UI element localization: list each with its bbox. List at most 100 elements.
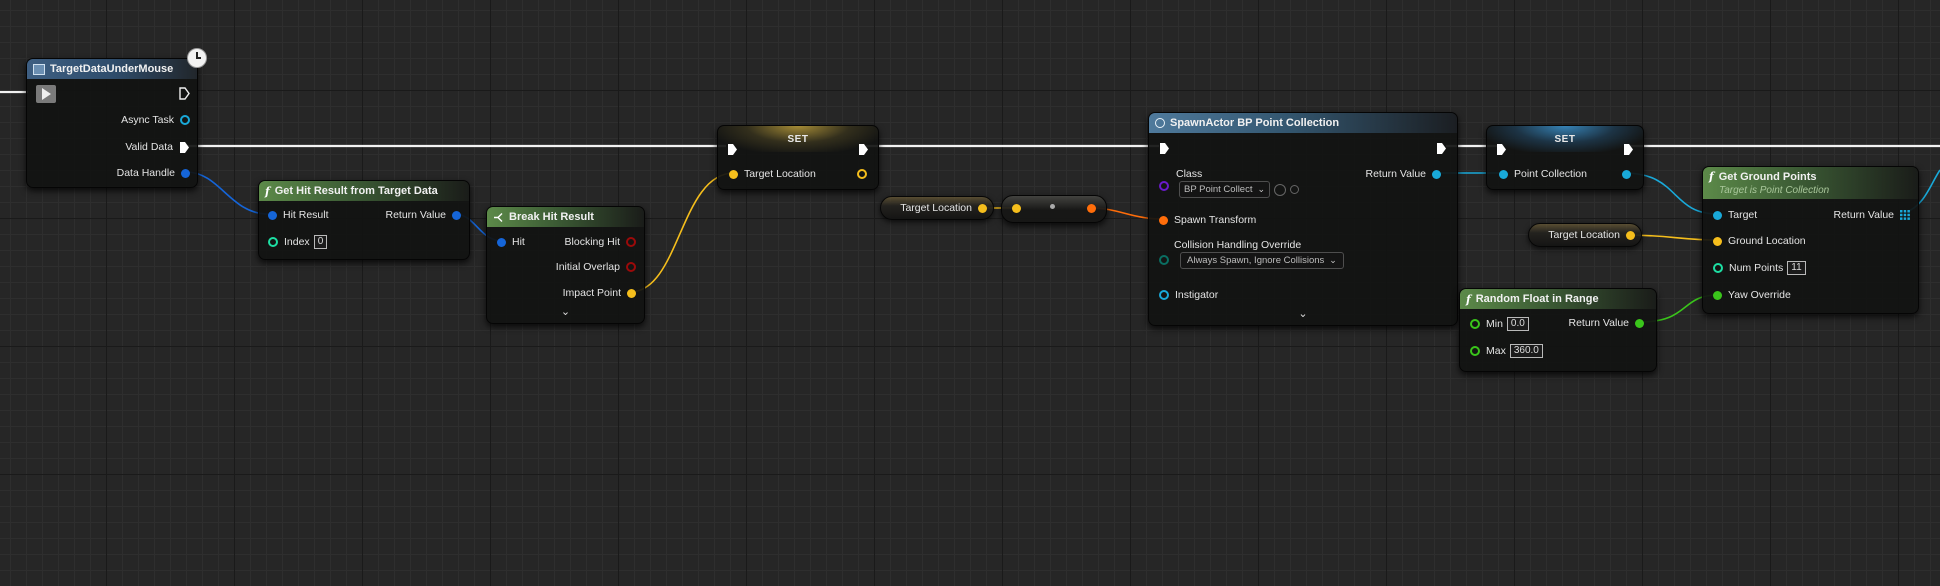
break-struct-icon	[494, 212, 503, 222]
instigator-pin[interactable]: Instigator	[1159, 287, 1224, 303]
async-task-pin[interactable]: Async Task	[115, 112, 190, 128]
target-location-in-pin[interactable]: Target Location	[729, 166, 822, 182]
float-pin-icon	[1713, 290, 1722, 300]
ground-location-pin[interactable]: Ground Location	[1713, 233, 1812, 249]
struct-pin-icon	[452, 210, 461, 220]
exec-in-pin[interactable]	[1496, 141, 1507, 157]
min-input[interactable]: 0.0	[1506, 317, 1529, 331]
struct-pin-icon	[181, 168, 190, 178]
object-pin-icon	[180, 115, 190, 125]
node-random-float-in-range[interactable]: f Random Float in Range Min 0.0 Max 360.…	[1459, 288, 1657, 372]
target-location-out-pin[interactable]	[857, 166, 867, 182]
exec-pin-icon	[859, 143, 868, 155]
index-input[interactable]: 0	[313, 235, 328, 249]
int-pin-icon	[1713, 263, 1723, 273]
num-points-pin[interactable]: Num Points 11	[1713, 260, 1806, 276]
exec-out-pin[interactable]	[1623, 141, 1634, 157]
expand-chevron-icon[interactable]: ⌄	[1149, 307, 1457, 320]
node-get-ground-points[interactable]: f Get Ground Points Target is Point Colle…	[1702, 166, 1919, 314]
node-header: SpawnActor BP Point Collection	[1149, 113, 1457, 133]
object-pin-icon	[1713, 210, 1722, 220]
spawn-icon	[1155, 118, 1165, 128]
wire-data-handle	[185, 171, 269, 215]
exec-in-pin[interactable]	[36, 85, 56, 103]
collision-dropdown[interactable]: Always Spawn, Ignore Collisions ⌄	[1180, 252, 1344, 269]
spawn-transform-pin[interactable]: Spawn Transform	[1159, 212, 1262, 228]
hit-result-in-pin[interactable]: Hit Result	[268, 207, 335, 223]
exec-out-icon	[179, 86, 190, 100]
impact-point-pin[interactable]: Impact Point	[557, 285, 636, 301]
node-set-target-location[interactable]: SET Target Location	[717, 125, 879, 190]
exec-pin-icon	[1160, 142, 1169, 154]
class-selector[interactable]: BP Point Collect ⌄	[1179, 181, 1300, 198]
node-set-point-collection[interactable]: SET Point Collection	[1486, 125, 1644, 190]
struct-pin-icon	[268, 210, 277, 220]
max-input[interactable]: 360.0	[1509, 344, 1543, 358]
num-points-input[interactable]: 11	[1787, 261, 1806, 275]
node-header: SET	[718, 126, 878, 152]
valid-data-pin[interactable]: Valid Data	[119, 139, 190, 155]
object-pin-icon	[1432, 169, 1441, 179]
exec-in-pin[interactable]	[727, 141, 738, 157]
data-handle-pin[interactable]: Data Handle	[111, 165, 190, 181]
index-pin[interactable]: Index 0	[268, 234, 328, 250]
return-value-pin[interactable]: Return Value	[1827, 207, 1910, 223]
function-icon: f	[1709, 170, 1714, 183]
getter-target-location[interactable]: Target Location	[880, 196, 994, 220]
return-value-pin[interactable]: Return Value	[379, 207, 461, 223]
node-header: f Get Ground Points Target is Point Colle…	[1703, 167, 1918, 199]
node-get-hit-result[interactable]: f Get Hit Result from Target Data Hit Re…	[258, 180, 470, 260]
node-subtitle: Target is Point Collection	[1719, 185, 1830, 196]
node-spawn-actor[interactable]: SpawnActor BP Point Collection Class BP …	[1148, 112, 1458, 326]
vector-pin-icon	[1626, 230, 1635, 240]
macro-icon	[33, 63, 45, 75]
exec-pin-icon	[728, 143, 737, 155]
float-pin-icon	[1470, 346, 1480, 356]
exec-out-pin[interactable]	[858, 141, 869, 157]
exec-in-pin[interactable]	[1159, 140, 1170, 156]
min-pin[interactable]: Min 0.0	[1470, 316, 1529, 332]
node-header: Break Hit Result	[487, 207, 644, 227]
return-value-pin[interactable]: Return Value	[1359, 166, 1441, 182]
max-pin[interactable]: Max 360.0	[1470, 343, 1543, 359]
conversion-icon	[1050, 204, 1055, 209]
class-dropdown[interactable]: BP Point Collect ⌄	[1179, 181, 1271, 198]
collision-pin[interactable]: Collision Handling Override	[1159, 237, 1307, 253]
target-pin[interactable]: Target	[1713, 207, 1763, 223]
vector-pin-icon[interactable]	[1012, 204, 1021, 213]
exec-out-pin[interactable]	[179, 85, 190, 101]
node-header: f Get Hit Result from Target Data	[259, 181, 469, 201]
node-header: SET	[1487, 126, 1643, 152]
node-target-data-under-mouse[interactable]: TargetDataUnderMouse Async Task Valid Da…	[26, 58, 198, 188]
class-pin[interactable]: Class	[1159, 166, 1208, 182]
exec-pin-icon	[1497, 143, 1506, 155]
wire-impact-point	[629, 172, 735, 293]
browse-search-icon[interactable]	[1290, 185, 1300, 194]
use-selected-icon[interactable]	[1274, 183, 1287, 196]
vector-pin-icon	[978, 203, 987, 213]
float-pin-icon	[1635, 318, 1644, 328]
array-pin-icon	[1900, 210, 1910, 220]
getter-target-location[interactable]: Target Location	[1528, 223, 1642, 247]
chevron-down-icon: ⌄	[1257, 184, 1266, 194]
vector-pin-icon	[857, 169, 867, 179]
blocking-hit-pin[interactable]: Blocking Hit	[559, 234, 636, 250]
exec-pin-icon	[1437, 142, 1446, 154]
point-collection-in-pin[interactable]: Point Collection	[1499, 166, 1593, 182]
yaw-override-pin[interactable]: Yaw Override	[1713, 287, 1797, 303]
exec-pin-icon	[1624, 143, 1633, 155]
return-value-pin[interactable]: Return Value	[1562, 315, 1644, 331]
bool-pin-icon	[626, 237, 636, 247]
node-convert-vector-to-transform[interactable]	[1001, 195, 1107, 223]
point-collection-out-pin[interactable]	[1622, 166, 1631, 182]
expand-chevron-icon[interactable]: ⌄	[487, 305, 644, 318]
hit-in-pin[interactable]: Hit	[497, 234, 531, 250]
initial-overlap-pin[interactable]: Initial Overlap	[550, 259, 636, 275]
transform-pin-icon[interactable]	[1087, 204, 1096, 213]
object-pin-icon	[1159, 290, 1169, 300]
exec-in-icon	[41, 88, 51, 100]
node-break-hit-result[interactable]: Break Hit Result Hit Blocking Hit Initia…	[486, 206, 645, 324]
struct-pin-icon	[497, 237, 506, 247]
exec-out-pin[interactable]	[1436, 140, 1447, 156]
node-header: f Random Float in Range	[1460, 289, 1656, 309]
